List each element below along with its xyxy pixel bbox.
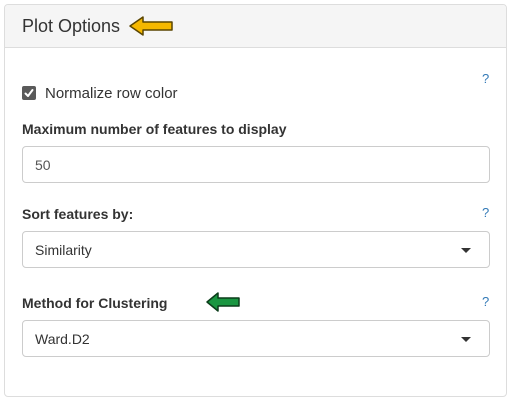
sort-features-select[interactable]: Similarity <box>22 231 490 268</box>
normalize-row-color-checkbox[interactable] <box>22 86 36 100</box>
caret-down-icon <box>461 337 471 342</box>
clustering-method-select[interactable]: Ward.D2 <box>22 320 490 357</box>
arrow-left-icon <box>206 292 240 312</box>
help-link[interactable]: ? <box>482 205 489 220</box>
clustering-method-label: Method for Clustering <box>22 295 168 311</box>
clustering-method-selected-value: Ward.D2 <box>35 331 90 347</box>
normalize-row-color-label: Normalize row color <box>45 85 178 102</box>
panel-title: Plot Options <box>22 16 121 36</box>
sort-features-label: Sort features by: <box>22 206 134 222</box>
sort-features-selected-value: Similarity <box>35 242 92 258</box>
checkmark-icon <box>24 89 34 97</box>
help-link[interactable]: ? <box>482 71 489 86</box>
help-link[interactable]: ? <box>482 294 489 309</box>
max-features-label: Maximum number of features to display <box>22 121 287 137</box>
max-features-input[interactable] <box>22 146 490 183</box>
plot-options-panel: Plot Options ? Normalize row color Maxim… <box>4 4 507 397</box>
arrow-left-icon <box>129 16 173 36</box>
caret-down-icon <box>461 248 471 253</box>
panel-heading: Plot Options <box>5 5 506 48</box>
